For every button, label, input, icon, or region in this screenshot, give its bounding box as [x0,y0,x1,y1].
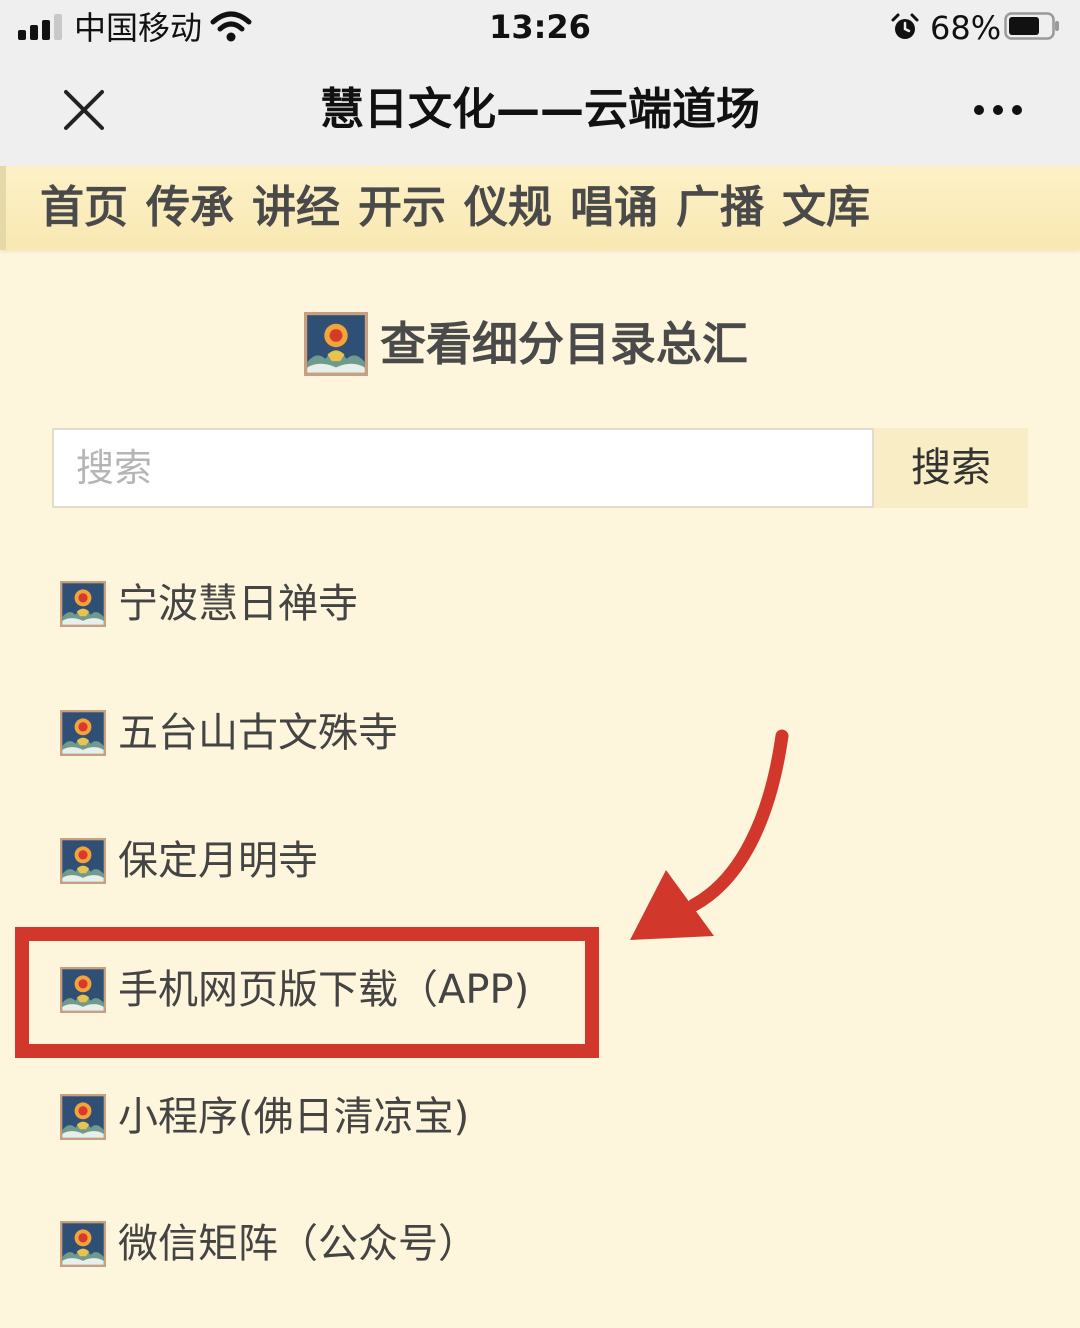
nav-item-lineage[interactable]: 传承 [146,180,234,236]
directory-heading[interactable]: 查看细分目录总汇 [304,311,748,377]
nav-item-home[interactable]: 首页 [40,180,128,236]
thangka-icon [60,1094,106,1140]
thangka-icon [304,311,368,377]
list-item-label: 微信矩阵（公众号） [118,1221,478,1267]
nav-item-teachings[interactable]: 开示 [358,180,446,236]
directory-heading-text: 查看细分目录总汇 [380,317,748,371]
close-icon[interactable] [58,84,110,136]
annotation-arrow-icon [630,729,789,940]
thangka-icon [60,581,106,627]
search-input[interactable] [52,428,874,508]
nav-item-rituals[interactable]: 仪规 [464,180,552,236]
title-bar: 慧日文化——云端道场 [0,56,1080,166]
more-icon[interactable] [970,96,1026,124]
list-item-wutaishan-temple[interactable]: 五台山古文殊寺 [60,705,398,761]
thangka-icon [60,1221,106,1267]
nav-item-sutra-lectures[interactable]: 讲经 [252,180,340,236]
battery-icon [1004,12,1059,40]
list-item-ningbo-huiri-temple[interactable]: 宁波慧日禅寺 [60,576,358,632]
annotation-highlight-box [15,927,599,1058]
list-item-mini-program[interactable]: 小程序(佛日清凉宝) [60,1089,469,1145]
thangka-icon [60,838,106,884]
status-bar: 中国移动 13:26 68% [0,0,1080,56]
nav-item-library[interactable]: 文库 [782,180,870,236]
list-item-baoding-yueming-temple[interactable]: 保定月明寺 [60,833,318,889]
list-item-wechat-accounts[interactable]: 微信矩阵（公众号） [60,1216,478,1272]
list-item-label: 五台山古文殊寺 [118,710,398,756]
list-item-label: 小程序(佛日清凉宝) [118,1094,470,1140]
list-item-label: 保定月明寺 [118,838,318,884]
list-item-label: 宁波慧日禅寺 [118,581,358,627]
nav-item-chanting[interactable]: 唱诵 [570,180,658,236]
search-button[interactable]: 搜索 [874,428,1028,508]
nav-bar: 首页 传承 讲经 开示 仪规 唱诵 广播 文库 [0,166,1080,250]
alarm-icon [891,13,919,39]
nav-item-broadcast[interactable]: 广播 [676,180,764,236]
battery-percentage: 68% [930,9,1002,47]
thangka-icon [60,710,106,756]
page-title: 慧日文化——云端道场 [320,84,760,135]
